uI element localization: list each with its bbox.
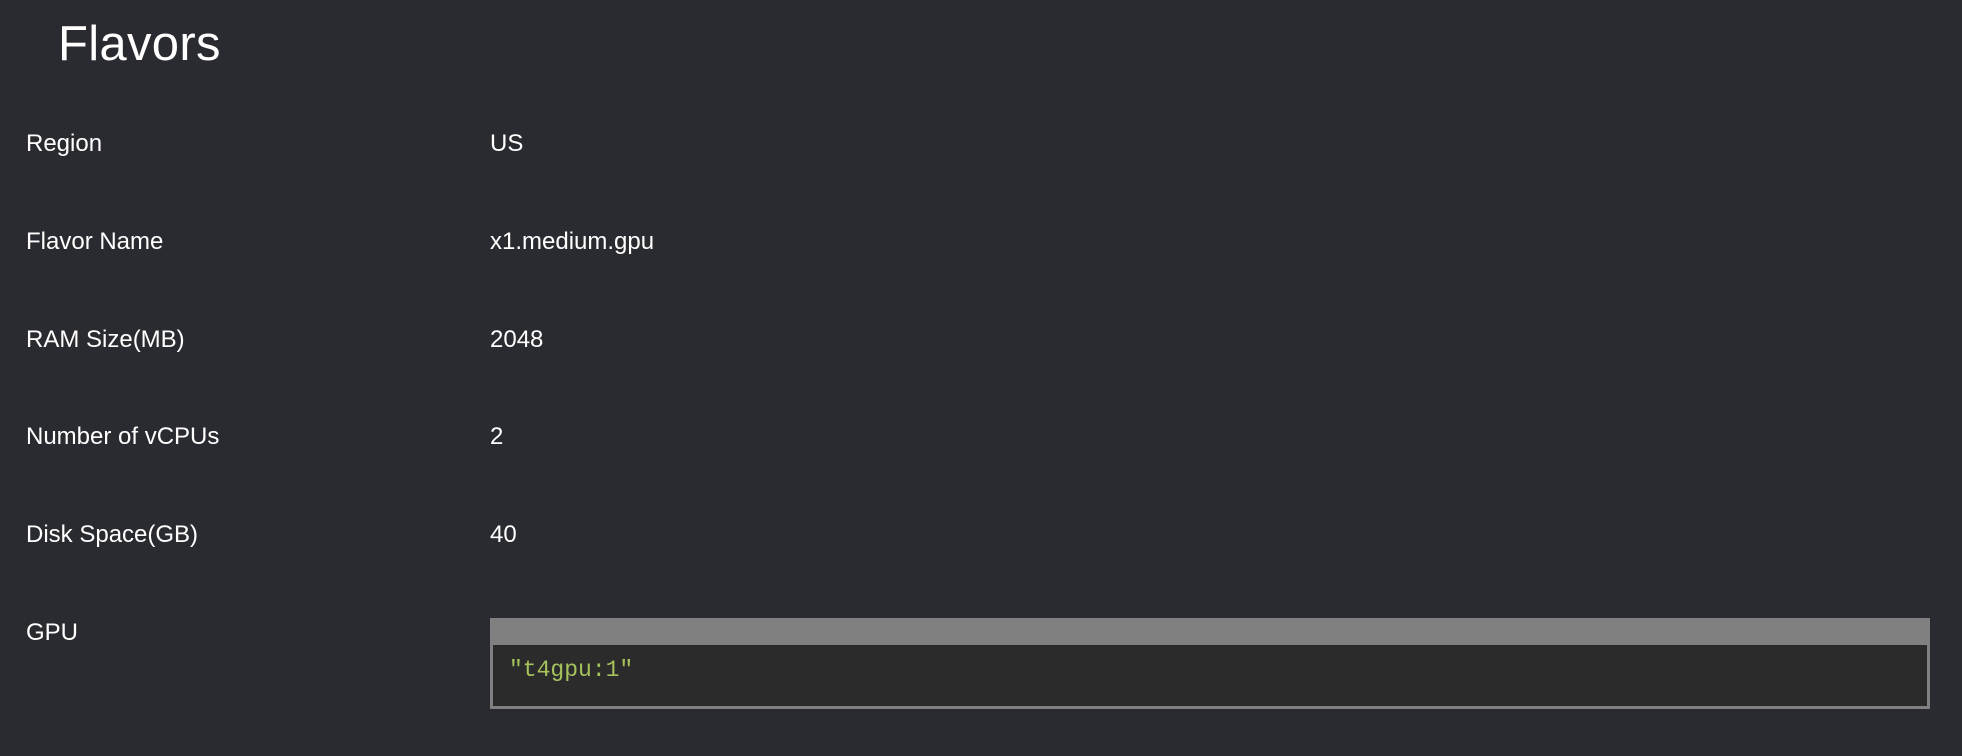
page-title: Flavors bbox=[58, 17, 221, 71]
region-value: US bbox=[490, 130, 524, 157]
ram-size-value: 2048 bbox=[490, 326, 544, 353]
vcpus-label: Number of vCPUs bbox=[26, 423, 220, 450]
disk-space-label: Disk Space(GB) bbox=[26, 521, 199, 548]
detail-row-region: Region US bbox=[0, 124, 1962, 164]
flavor-name-value: x1.medium.gpu bbox=[490, 228, 655, 255]
gpu-code-content[interactable]: "t4gpu:1" bbox=[493, 645, 1927, 706]
gpu-code-viewer: "t4gpu:1" bbox=[490, 618, 1930, 709]
gpu-value: "t4gpu:1" bbox=[509, 657, 634, 683]
detail-row-flavor-name: Flavor Name x1.medium.gpu bbox=[0, 222, 1962, 262]
detail-row-disk-space: Disk Space(GB) 40 bbox=[0, 515, 1962, 555]
detail-row-ram-size: RAM Size(MB) 2048 bbox=[0, 320, 1962, 360]
ram-size-label: RAM Size(MB) bbox=[26, 326, 185, 353]
disk-space-value: 40 bbox=[490, 521, 517, 548]
gpu-label: GPU bbox=[26, 619, 79, 646]
detail-row-vcpus: Number of vCPUs 2 bbox=[0, 417, 1962, 457]
region-label: Region bbox=[26, 130, 103, 157]
flavor-name-label: Flavor Name bbox=[26, 228, 164, 255]
vcpus-value: 2 bbox=[490, 423, 504, 450]
